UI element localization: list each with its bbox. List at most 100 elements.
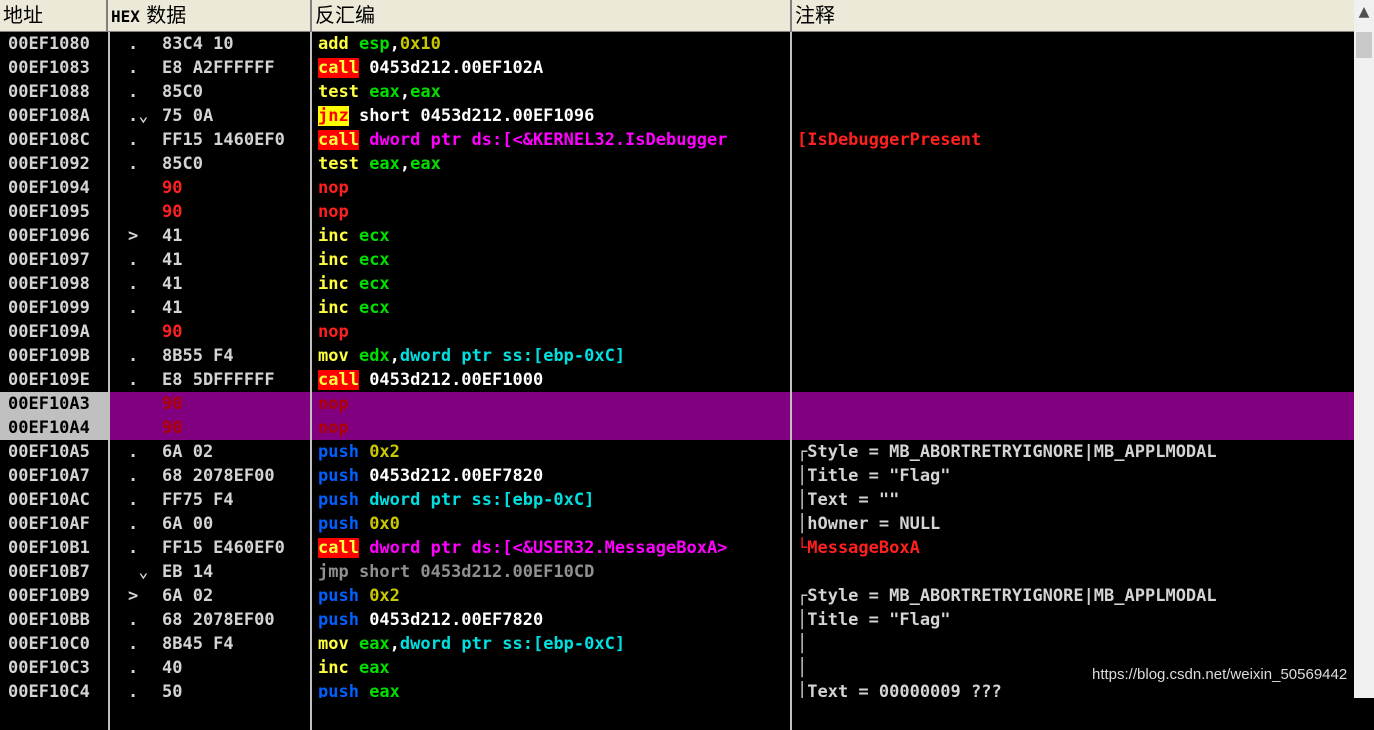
disasm-token: push — [318, 442, 370, 462]
disasm-token: test — [318, 154, 370, 174]
hex-cell: 75 0A — [162, 106, 214, 126]
table-row[interactable]: 00EF1088. 85C0 test eax,eax — [0, 80, 1354, 104]
disasm-cell: call 0453d212.00EF102A — [318, 56, 790, 80]
table-row[interactable]: 00EF108A .⌄ 75 0A jnz short 0453d212.00EF10… — [0, 104, 1354, 128]
hex-cell: 83C4 10 — [162, 34, 234, 54]
disasm-cell: nop — [318, 176, 790, 200]
disasm-cell: inc ecx — [318, 272, 790, 296]
hex-cell: 6A 00 — [162, 514, 214, 534]
disasm-cell: nop — [318, 320, 790, 344]
jump-mark: . — [128, 610, 139, 630]
address-cell: 00EF10C0 — [8, 634, 90, 654]
table-row[interactable]: 00EF109A 90 nop — [0, 320, 1354, 344]
disasm-cell: push 0x0 — [318, 512, 790, 536]
comment-cell — [797, 248, 1354, 272]
table-row[interactable]: 00EF1096 >41 inc ecx — [0, 224, 1354, 248]
table-row[interactable]: 00EF1095 90 nop — [0, 200, 1354, 224]
address-cell: 00EF10A7 — [8, 466, 90, 486]
disasm-token: push — [318, 514, 370, 534]
address-cell: 00EF10A4 — [0, 416, 108, 440]
table-row[interactable]: 00EF108C. FF15 1460EF0 call dword ptr ds:[… — [0, 128, 1354, 152]
table-row[interactable]: 00EF10A7. 68 2078EF00 push 0453d212.00EF78… — [0, 464, 1354, 488]
disasm-token: mov — [318, 346, 359, 366]
comment-cell — [797, 56, 1354, 80]
table-row[interactable]: 00EF10A4 90 nop — [0, 416, 1354, 440]
address-cell: 00EF1092 — [8, 154, 90, 174]
hex-cell: 6A 02 — [162, 442, 214, 462]
table-row[interactable]: 00EF10AC. FF75 F4 push dword ptr ss:[ebp-0… — [0, 488, 1354, 512]
table-row[interactable]: 00EF10B9 >6A 02 push 0x2 ┌Style = MB_ABORTR… — [0, 584, 1354, 608]
hex-cell: FF15 E460EF0 — [162, 538, 285, 558]
disasm-token: , — [389, 34, 400, 54]
disasm-token: eax — [369, 682, 400, 698]
table-row[interactable]: 00EF10B1. FF15 E460EF0 call dword ptr ds:[… — [0, 536, 1354, 560]
table-row[interactable]: 00EF10AF. 6A 00 push 0x0 │hOwner = NULL — [0, 512, 1354, 536]
hex-cell: 41 — [162, 274, 183, 294]
disasm-cell: mov edx,dword ptr ss:[ebp-0xC] — [318, 344, 790, 368]
disasm-token: dword ptr ss:[ebp-0xC] — [369, 490, 595, 510]
table-row[interactable]: 00EF1083. E8 A2FFFFFF call 0453d212.00EF10… — [0, 56, 1354, 80]
jump-mark: .⌄ — [128, 106, 149, 126]
hex-cell: EB 14 — [162, 562, 214, 582]
table-row[interactable]: 00EF10A3 90 nop — [0, 392, 1354, 416]
table-row[interactable]: 00EF1098. 41 inc ecx — [0, 272, 1354, 296]
table-row[interactable]: 00EF1099. 41 inc ecx — [0, 296, 1354, 320]
address-cell: 00EF1095 — [8, 202, 90, 222]
disassembly-list[interactable]: 00EF1080. 83C4 10 add esp,0x10 00EF1083. E8 … — [0, 32, 1354, 698]
disasm-token: nop — [318, 394, 349, 414]
jump-mark: . — [128, 298, 139, 318]
jump-mark — [128, 392, 150, 416]
vertical-scrollbar[interactable]: ▲ — [1354, 0, 1374, 698]
header-disasm[interactable]: 反汇编 — [312, 0, 792, 31]
hex-cell: 68 2078EF00 — [162, 466, 275, 486]
header-hex-data[interactable]: HEX 数据 — [108, 0, 312, 31]
column-divider — [790, 32, 792, 730]
address-cell: 00EF10A3 — [0, 392, 108, 416]
disasm-token: ecx — [358, 274, 390, 294]
disasm-token: mov — [318, 634, 359, 654]
jump-mark: . — [128, 346, 139, 366]
disasm-cell: add esp,0x10 — [318, 32, 790, 56]
comment-cell: └MessageBoxA — [797, 538, 920, 558]
disasm-token: jmp short 0453d212.00EF10CD — [318, 562, 595, 582]
table-row[interactable]: 00EF109E. E8 5DFFFFFF call 0453d212.00EF10… — [0, 368, 1354, 392]
scroll-thumb[interactable] — [1356, 32, 1372, 58]
hex-cell: 68 2078EF00 — [162, 610, 275, 630]
header-comment[interactable]: 注释 — [792, 0, 1354, 31]
hex-cell: E8 A2FFFFFF — [162, 58, 275, 78]
address-cell: 00EF10AC — [8, 490, 90, 510]
table-row[interactable]: 00EF10B7 ⌄ EB 14 jmp short 0453d212.00EF10… — [0, 560, 1354, 584]
hex-cell: 41 — [162, 298, 183, 318]
table-row[interactable]: 00EF10BB. 68 2078EF00 push 0453d212.00EF78… — [0, 608, 1354, 632]
disasm-token: eax — [369, 82, 400, 102]
table-row[interactable]: 00EF10C0. 8B45 F4 mov eax,dword ptr ss:[eb… — [0, 632, 1354, 656]
disasm-token: push — [318, 490, 370, 510]
jump-mark: . — [128, 634, 139, 654]
disasm-cell: inc ecx — [318, 248, 790, 272]
address-cell: 00EF1080 — [8, 34, 90, 54]
table-row[interactable]: 00EF1080. 83C4 10 add esp,0x10 — [0, 32, 1354, 56]
comment-cell — [797, 80, 1354, 104]
address-cell: 00EF10C3 — [8, 658, 90, 678]
disasm-cell: push dword ptr ss:[ebp-0xC] — [318, 488, 790, 512]
comment-cell: │Title = "Flag" — [797, 610, 951, 630]
table-row[interactable]: 00EF1097. 41 inc ecx — [0, 248, 1354, 272]
table-row[interactable]: 00EF10A5. 6A 02 push 0x2 ┌Style = MB_ABORTR… — [0, 440, 1354, 464]
jump-mark: . — [128, 154, 139, 174]
column-divider — [108, 32, 110, 730]
jump-mark: . — [128, 490, 139, 510]
jump-mark: . — [128, 514, 139, 534]
header-address[interactable]: 地址 — [0, 0, 108, 31]
hex-cell: 85C0 — [162, 82, 203, 102]
disasm-token: short 0453d212.00EF1096 — [348, 106, 595, 126]
table-row[interactable]: 00EF1092. 85C0 test eax,eax — [0, 152, 1354, 176]
table-row[interactable]: 00EF1094 90 nop — [0, 176, 1354, 200]
table-row[interactable]: 00EF109B. 8B55 F4 mov edx,dword ptr ss:[eb… — [0, 344, 1354, 368]
jump-mark: . — [128, 82, 139, 102]
comment-cell: ┌Style = MB_ABORTRETRYIGNORE|MB_APPLMODA… — [797, 442, 1217, 462]
header-data-label: 数据 — [146, 3, 187, 27]
disasm-token: dword ptr ds:[<&KERNEL32.IsDebugger — [358, 130, 728, 150]
scroll-up-icon[interactable]: ▲ — [1354, 4, 1374, 26]
disasm-token: jnz — [318, 106, 349, 126]
column-header: 地址 HEX 数据 反汇编 注释 — [0, 0, 1354, 32]
